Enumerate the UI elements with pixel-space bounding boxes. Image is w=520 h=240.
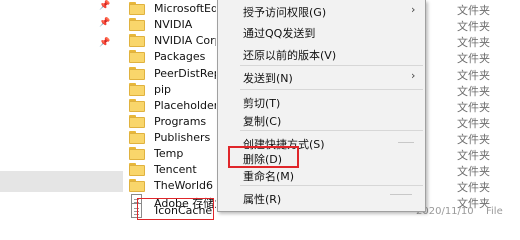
menu-separator [240, 65, 423, 66]
menu-separator [240, 185, 423, 186]
chevron-right-icon: › [411, 69, 416, 82]
file-type: 文件夹 [457, 52, 490, 65]
selection-highlight-box [137, 198, 214, 220]
menu-item-label: 通过QQ发送到 [243, 27, 316, 40]
context-menu: 授予访问权限(G) › 通过QQ发送到 还原以前的版本(V) 发送到(N) › … [217, 0, 426, 212]
menu-decoration-line [390, 194, 412, 195]
menu-item-label: 发送到(N) [243, 72, 293, 85]
folder-icon [129, 18, 145, 31]
folder-icon [129, 99, 145, 112]
menu-item-label: 剪切(T) [243, 97, 281, 110]
file-explorer-window: 📌 📌 📌 MicrosoftEdge 文件夹 NVIDIA 文件夹 NVIDI… [0, 0, 520, 221]
folder-icon [129, 34, 145, 47]
menu-item-cut[interactable]: 剪切(T) [218, 92, 425, 112]
menu-item-send-to[interactable]: 发送到(N) › [218, 67, 425, 87]
folder-icon [129, 179, 145, 192]
file-name: pip [154, 83, 172, 96]
menu-item-properties[interactable]: 属性(R) [218, 188, 425, 208]
menu-item-copy[interactable]: 复制(C) [218, 110, 425, 130]
pin-icon: 📌 [99, 18, 111, 28]
file-name: Publishers [154, 131, 211, 144]
pin-icon: 📌 [99, 1, 111, 11]
menu-item-send-via-qq[interactable]: 通过QQ发送到 [218, 22, 425, 42]
folder-icon [129, 115, 145, 128]
file-type: File [486, 206, 503, 217]
menu-item-label: 还原以前的版本(V) [243, 49, 337, 62]
menu-item-label: 重命名(M) [243, 170, 295, 183]
folder-icon [129, 50, 145, 63]
menu-decoration-line [398, 142, 414, 143]
navigation-pane: 📌 📌 📌 [0, 0, 123, 221]
pin-icon: 📌 [99, 38, 111, 48]
menu-item-label: 授予访问权限(G) [243, 6, 327, 19]
file-name: NVIDIA [154, 18, 193, 31]
file-name: Programs [154, 115, 207, 128]
folder-icon [129, 83, 145, 96]
chevron-right-icon: › [411, 3, 416, 16]
folder-icon [129, 163, 145, 176]
folder-icon [129, 67, 145, 80]
file-name: Tencent [154, 163, 197, 176]
file-name: TheWorld6 [154, 179, 213, 192]
file-name: PlaceholderTileLogoFolder [154, 99, 216, 112]
menu-item-rename[interactable]: 重命名(M) [218, 165, 425, 185]
file-name: Packages [154, 50, 206, 63]
file-name: Temp [154, 147, 184, 160]
menu-separator [240, 89, 423, 90]
menu-item-grant-access[interactable]: 授予访问权限(G) › [218, 1, 425, 21]
navigation-selected-item[interactable] [0, 171, 123, 192]
folder-icon [129, 147, 145, 160]
menu-item-restore-previous[interactable]: 还原以前的版本(V) [218, 44, 425, 64]
menu-separator [240, 130, 423, 131]
folder-icon [129, 2, 145, 15]
menu-item-label: 属性(R) [243, 193, 282, 206]
folder-icon [129, 131, 145, 144]
file-name: MicrosoftEdge [154, 2, 216, 15]
file-name: PeerDistRepub [154, 67, 216, 80]
menu-item-label: 复制(C) [243, 115, 282, 128]
file-name: NVIDIA Corporation [154, 34, 216, 47]
